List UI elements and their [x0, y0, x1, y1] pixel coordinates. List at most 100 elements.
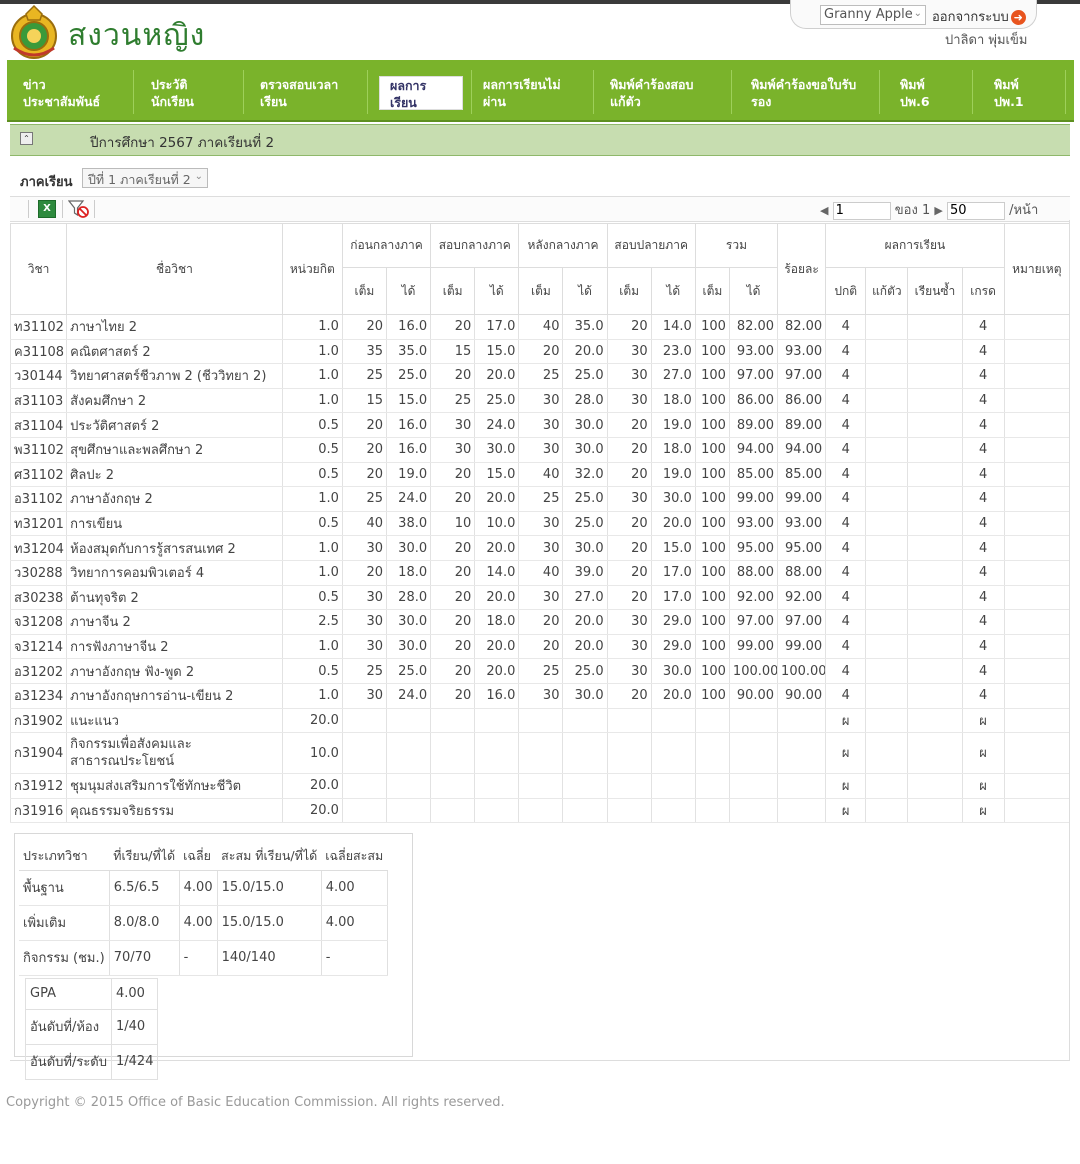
nav-label: ผลการ [390, 78, 427, 93]
table-row: ส31104 ประวัติศาสตร์ 2 0.5 20 16.0 30 24.0 30 30… [9, 412, 1071, 438]
score-cell: 25.0 [474, 388, 520, 414]
score-cell: 97.00 [728, 609, 779, 635]
score-cell [341, 773, 388, 799]
score-cell: 20 [341, 314, 388, 340]
pager-per-page-label: /หน้า [1009, 203, 1039, 218]
score-cell: 100 [694, 462, 730, 488]
col-header-credit[interactable]: หน่วยกิต [281, 223, 343, 315]
score-cell: 20 [518, 339, 564, 365]
repeat-result [907, 708, 963, 734]
col-header-got: ได้ [474, 267, 520, 315]
score-cell: 15.0 [385, 388, 432, 414]
score-cell: 100.00 [728, 658, 779, 684]
score-cell: 20 [430, 462, 476, 488]
subject-code: ท31201 [9, 511, 68, 537]
normal-result: 4 [825, 683, 867, 709]
remarks-cell [1003, 560, 1071, 586]
nav-item-failed-results[interactable]: ผลการเรียนไม่ ผ่าน [483, 76, 561, 110]
clear-filter-icon[interactable] [68, 199, 90, 219]
retest-result [865, 609, 909, 635]
score-cell: 90.00 [728, 683, 779, 709]
credit: 20.0 [281, 708, 343, 734]
nav-label: พิมพ์ [994, 77, 1019, 92]
pager-of-label: ของ [894, 203, 918, 218]
percent-cell: 95.00 [777, 535, 827, 561]
credit: 1.0 [281, 388, 343, 414]
score-cell: 38.0 [385, 511, 432, 537]
percent-cell: 90.00 [777, 683, 827, 709]
retest-result [865, 486, 909, 512]
col-header-code[interactable]: วิชา [9, 223, 68, 315]
site-name[interactable]: สงวนหญิง [68, 12, 205, 59]
username: ปาลิดา พุ่มเข็ม [945, 33, 1028, 48]
score-cell: 89.00 [728, 412, 779, 438]
score-cell: 30.0 [474, 437, 520, 463]
gpa-table: GPA 4.00 อันดับที่/ห้อง 1/40 อันดับที่/ร… [25, 978, 159, 1080]
score-cell: 35.0 [385, 339, 432, 365]
summary-header: สะสม ที่เรียน/ที่ได้ [217, 842, 322, 871]
score-cell: 39.0 [562, 560, 608, 586]
score-cell [562, 773, 608, 799]
col-header-mid: สอบกลางภาค [430, 223, 520, 268]
nav-label: ประชาสัมพันธ์ [23, 94, 101, 109]
score-cell: 30 [606, 609, 652, 635]
subject-name: ภาษาอังกฤษ 2 [66, 486, 283, 512]
nav-item-attendance[interactable]: ตรวจสอบเวลา เรียน [260, 76, 338, 110]
next-page-icon[interactable]: ▶ [934, 204, 942, 217]
page-input[interactable] [832, 201, 891, 220]
normal-result: ผ [825, 773, 867, 799]
user-select[interactable]: Granny Apple ⌄ [820, 5, 926, 25]
nav-item-print-certificate-request[interactable]: พิมพ์คำร้องขอใบรับ รอง [751, 76, 856, 110]
retest-result [865, 462, 909, 488]
logout-button[interactable]: ออกจากระบบ ➜ [932, 6, 1026, 27]
score-cell: 20.0 [474, 363, 520, 389]
score-cell [385, 773, 432, 799]
score-cell: 30 [518, 535, 564, 561]
nav-item-news[interactable]: ข่าว ประชาสัมพันธ์ [23, 76, 100, 110]
remarks-cell [1003, 388, 1071, 414]
percent-cell: 94.00 [777, 437, 827, 463]
retest-result [865, 683, 909, 709]
repeat-result [907, 511, 963, 537]
page-size-input[interactable] [946, 201, 1005, 220]
excel-export-icon[interactable]: X [38, 200, 56, 218]
subject-name: ศิลปะ 2 [66, 462, 283, 488]
col-header-full: เต็ม [518, 267, 564, 315]
nav-item-print-retest-request[interactable]: พิมพ์คำร้องสอบ แก้ตัว [610, 76, 694, 110]
score-cell: 20 [606, 412, 652, 438]
nav-item-print-pp1[interactable]: พิมพ์ ปพ.1 [994, 76, 1024, 110]
score-cell: 35.0 [562, 314, 608, 340]
score-cell: 32.0 [562, 462, 608, 488]
normal-result: 4 [825, 437, 867, 463]
table-row: อ31234 ภาษาอังกฤษการอ่าน-เขียน 2 1.0 30 24.0… [9, 683, 1071, 709]
score-cell [518, 732, 564, 775]
prev-page-icon[interactable]: ◀ [820, 204, 828, 217]
table-row: ก31904 กิจกรรมเพื่อสังคมและสาธารณประโยชน์… [9, 732, 1071, 775]
collapse-icon[interactable]: ⌃ [20, 132, 33, 145]
retest-result [865, 511, 909, 537]
semester-select[interactable]: ปีที่ 1 ภาคเรียนที่ 2 ⌄ [82, 168, 208, 188]
score-cell [728, 773, 779, 799]
score-cell: 20 [430, 363, 476, 389]
score-cell: 100 [694, 437, 730, 463]
nav-item-student-profile[interactable]: ประวัติ นักเรียน [151, 76, 194, 110]
grade-cell: 4 [961, 437, 1005, 463]
col-header-name[interactable]: ชื่อวิชา [66, 223, 283, 315]
col-header-remarks[interactable]: หมายเหตุ [1003, 223, 1071, 315]
summary-header: ที่เรียน/ที่ได้ [109, 842, 180, 871]
retest-result [865, 314, 909, 340]
score-cell: 95.00 [728, 535, 779, 561]
grade-cell: 4 [961, 609, 1005, 635]
nav-divider [243, 70, 244, 114]
score-cell: 30 [518, 388, 564, 414]
nav-item-grades[interactable]: ผลการ เรียน [379, 76, 463, 110]
subject-code: ท31102 [9, 314, 68, 340]
score-cell: 20.0 [650, 683, 696, 709]
col-header-percent[interactable]: ร้อยละ [777, 223, 827, 315]
nav-item-print-pp6[interactable]: พิมพ์ ปพ.6 [900, 76, 930, 110]
score-cell [341, 732, 388, 775]
score-cell [518, 798, 564, 824]
score-cell: 25 [341, 658, 388, 684]
percent-cell: 85.00 [777, 462, 827, 488]
repeat-result [907, 732, 963, 775]
